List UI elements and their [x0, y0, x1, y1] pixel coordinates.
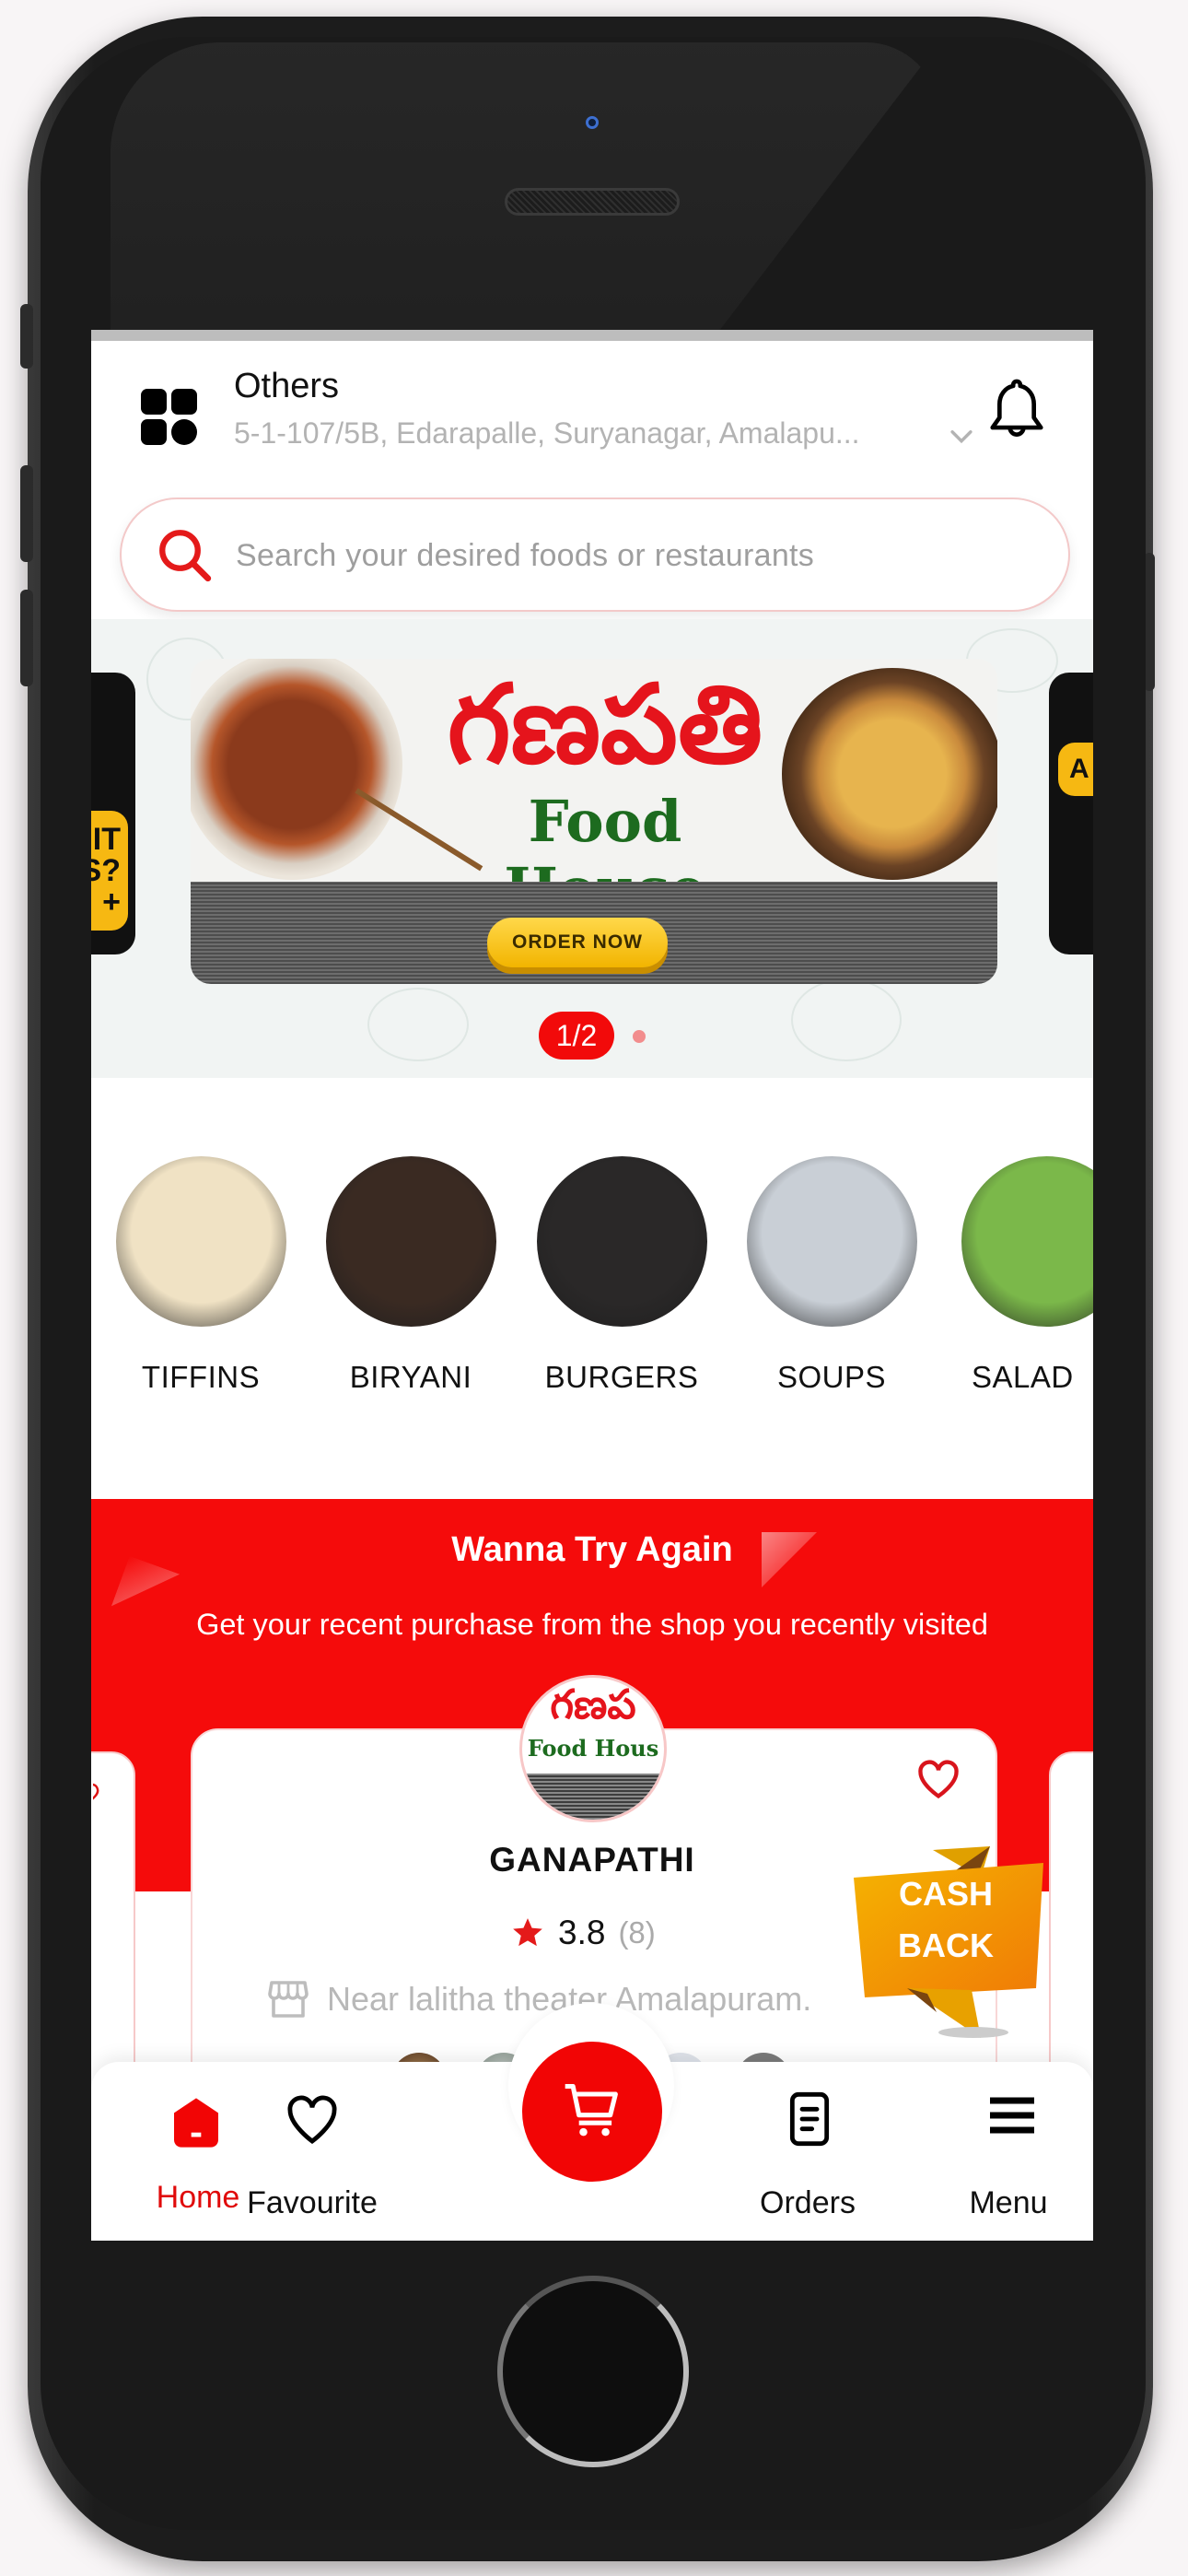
category-list: TIFFINS BIRYANI BURGERS SOUPS SALAD — [91, 1145, 1093, 1394]
nav-label: Orders — [760, 2185, 856, 2220]
banner-prev-slide[interactable]: W IT S?+ — [91, 673, 135, 954]
search-placeholder: Search your desired foods or restaurants — [236, 538, 815, 573]
search-input[interactable]: Search your desired foods or restaurants — [120, 498, 1070, 612]
chevron-down-icon[interactable] — [946, 420, 977, 451]
status-bar — [91, 330, 1093, 341]
store-icon — [268, 1981, 309, 2018]
category-label: TIFFINS — [141, 1360, 261, 1394]
restaurant-rating: 3.8 (8) — [510, 1910, 656, 1956]
banner-title-telugu: గణపతి — [447, 661, 763, 788]
mute-switch — [20, 304, 33, 369]
home-button[interactable] — [497, 2276, 689, 2467]
rating-value: 3.8 — [558, 1914, 606, 1951]
chilli-chicken-image — [191, 659, 402, 880]
category-label: SOUPS — [776, 1360, 887, 1394]
category-label: BURGERS — [544, 1360, 699, 1394]
restaurant-logo: గణప Food Hous — [519, 1675, 667, 1822]
category-item-burgers[interactable]: BURGERS — [516, 1145, 728, 1395]
logo-texture — [522, 1774, 664, 1820]
order-now-button[interactable]: ORDER NOW — [487, 918, 668, 967]
nav-item-orders[interactable]: Orders — [716, 2062, 900, 2241]
category-label: BIRYANI — [349, 1360, 472, 1394]
star-icon — [513, 1918, 542, 1947]
category-label: SALAD — [972, 1360, 1074, 1394]
location-address[interactable]: 5-1-107/5B, Edarapalle, Suryanagar, Amal… — [234, 416, 860, 451]
biryani-image — [782, 668, 997, 880]
banner-next-slide[interactable]: A — [1049, 673, 1093, 954]
category-item-biryani[interactable]: BIRYANI — [305, 1145, 517, 1395]
category-item-soups[interactable]: SOUPS — [726, 1145, 938, 1395]
category-item-tiffins[interactable]: TIFFINS — [95, 1145, 307, 1395]
category-image — [115, 1156, 286, 1327]
favourite-heart-icon[interactable] — [914, 1756, 962, 1800]
search-icon — [159, 530, 212, 582]
doodle-decoration — [367, 988, 469, 1061]
nav-label: Favourite — [247, 2185, 378, 2220]
cashback-badge: CASH BACK — [898, 1875, 994, 1964]
volume-up-button — [20, 465, 33, 562]
orders-icon — [789, 2091, 830, 2147]
restaurant-address-row: Near lalitha theater,Amalapuram. — [266, 1979, 811, 2020]
nav-label: Menu — [969, 2185, 1048, 2220]
doodle-decoration — [791, 978, 902, 1061]
banner-slide-ganapathi[interactable]: గణపతి Food House ORDER NOW — [191, 659, 997, 984]
category-image — [746, 1156, 917, 1327]
earpiece-speaker — [505, 188, 680, 216]
category-image — [961, 1156, 1093, 1327]
cart-icon — [565, 2083, 618, 2137]
rating-count: (8) — [618, 1915, 656, 1950]
category-image — [536, 1156, 707, 1327]
recent-section-subtitle: Get your recent purchase from the shop y… — [196, 1608, 988, 1641]
location-label[interactable]: Others — [234, 367, 339, 406]
grid-icon[interactable] — [141, 389, 198, 446]
carousel-pager: 1/2 — [539, 1012, 614, 1060]
prev-slide-label: W IT S?+ — [91, 811, 128, 931]
category-item-salad[interactable]: SALAD — [937, 1145, 1093, 1395]
heart-icon — [287, 2095, 337, 2144]
app-screen: Others 5-1-107/5B, Edarapalle, Suryanaga… — [91, 330, 1093, 2241]
hamburger-menu-icon — [990, 2097, 1034, 2134]
carousel-dot[interactable] — [633, 1030, 646, 1043]
heart-icon[interactable] — [93, 1774, 121, 1811]
banner-carousel[interactable]: W IT S?+ A గణపతి Food House ORDER NOW 1/… — [91, 619, 1093, 1078]
cart-button[interactable] — [522, 2042, 662, 2182]
bell-icon[interactable] — [984, 376, 1049, 446]
nav-item-favourite[interactable]: Favourite — [220, 2062, 404, 2241]
logo-telugu-text: గణప — [550, 1681, 636, 1728]
logo-sub-text: Food Hous — [527, 1735, 659, 1762]
home-icon — [174, 2098, 218, 2148]
category-image — [325, 1156, 496, 1327]
nav-item-menu[interactable]: Menu — [916, 2062, 1093, 2241]
next-slide-label: A — [1058, 743, 1093, 796]
volume-down-button — [20, 590, 33, 686]
front-camera — [586, 116, 599, 129]
recent-section-title: Wanna Try Again — [451, 1530, 733, 1569]
